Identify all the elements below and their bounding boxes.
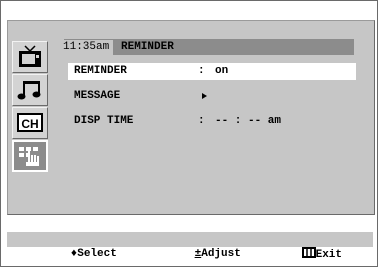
- tv-icon: [19, 45, 41, 67]
- setup-menu-tab[interactable]: [12, 140, 48, 172]
- exit-label: Exit: [315, 249, 343, 261]
- help-select: ♦Select: [31, 232, 117, 277]
- channel-icon: CH: [17, 113, 43, 132]
- menu-row-separator: :: [198, 65, 205, 77]
- hand-grid-icon: [19, 147, 39, 166]
- menu-row-separator: :: [198, 115, 205, 127]
- osd-menu-panel: CH 11:35am REMINDER REMINDER: on MESSAG…: [7, 20, 375, 215]
- help-exit: Exit: [262, 232, 342, 278]
- help-bar: ♦Select ±Adjust Exit: [7, 232, 373, 261]
- menu-row-label: MESSAGE: [74, 90, 121, 102]
- adjust-label: Adjust: [201, 248, 241, 260]
- menu-row-message[interactable]: MESSAGE: [68, 88, 356, 105]
- exit-icon: [301, 247, 316, 258]
- help-adjust: ±Adjust: [155, 232, 241, 277]
- tv-screen: CH 11:35am REMINDER REMINDER: on MESSAG…: [0, 0, 378, 267]
- channel-menu-tab[interactable]: CH: [12, 107, 48, 139]
- music-note-icon: [17, 81, 41, 100]
- menu-row-disp-time[interactable]: DISP TIME : -- : -- am: [68, 113, 356, 130]
- picture-menu-tab[interactable]: [12, 41, 48, 73]
- submenu-arrow-icon: [202, 93, 207, 99]
- menu-row-reminder[interactable]: REMINDER : on: [68, 63, 356, 80]
- select-label: Select: [77, 248, 117, 260]
- menu-row-label: DISP TIME: [74, 115, 134, 127]
- channel-icon-label: CH: [21, 117, 38, 131]
- menu-row-label: REMINDER: [74, 65, 127, 77]
- menu-row-value: -- : -- am: [215, 115, 282, 127]
- menu-row-value: on: [215, 65, 229, 77]
- clock-display: 11:35am: [63, 40, 114, 55]
- sound-menu-tab[interactable]: [12, 74, 48, 106]
- menu-title: REMINDER: [121, 41, 174, 53]
